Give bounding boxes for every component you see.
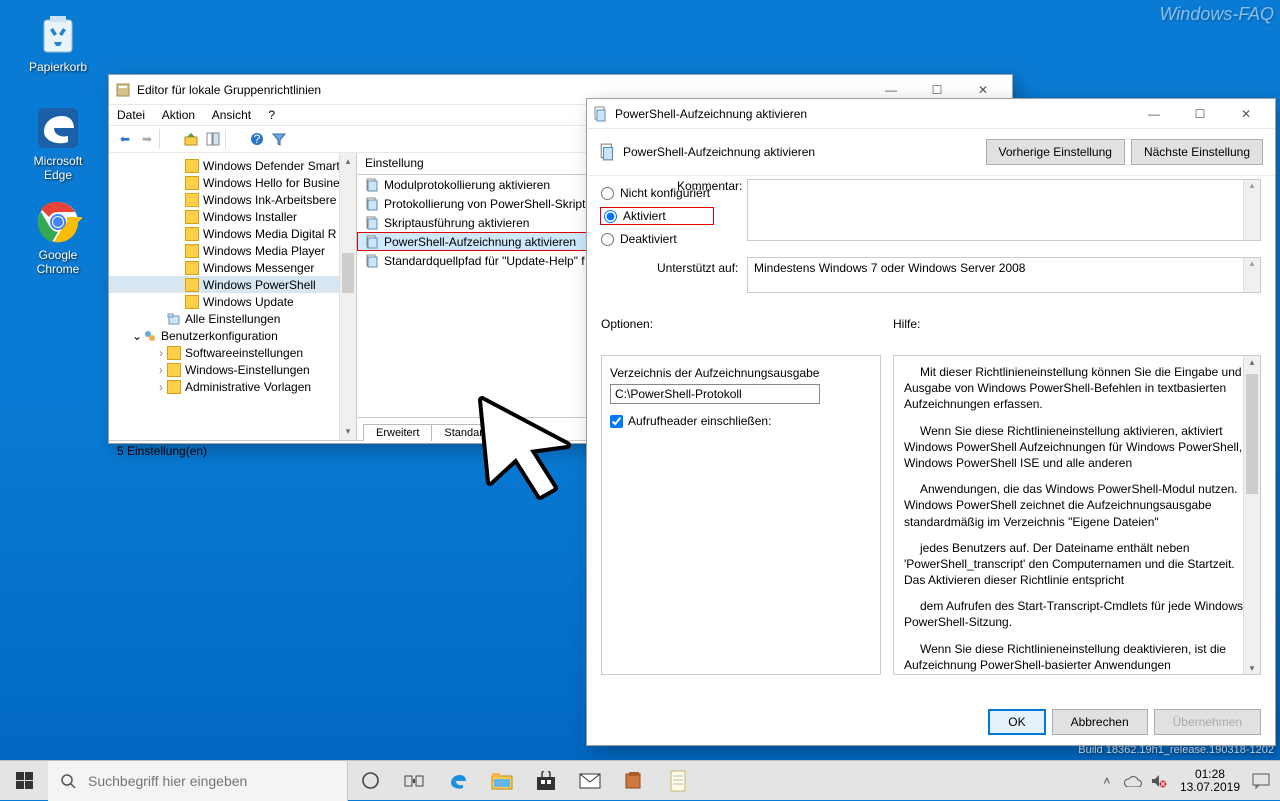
taskbar-notepad-icon[interactable] [656,761,700,801]
tray-volume-icon[interactable] [1146,761,1172,801]
tree-item[interactable]: Windows Hello for Busine [109,174,356,191]
taskbar-snip-icon[interactable] [612,761,656,801]
desktop-icon-chrome[interactable]: Google Chrome [20,198,96,276]
maximize-button[interactable]: ☐ [1177,99,1223,128]
minimize-button[interactable]: — [1131,99,1177,128]
taskbar-explorer-icon[interactable] [480,761,524,801]
svg-text:?: ? [254,132,261,146]
filter-icon[interactable] [269,129,289,149]
desktop-icon-edge[interactable]: Microsoft Edge [20,104,96,182]
tree-item[interactable]: Windows Defender Smart [109,157,356,174]
menu-file[interactable]: Datei [117,108,145,122]
search-box[interactable] [48,761,348,801]
desktop-icon-label: Microsoft Edge [34,154,83,182]
menu-help[interactable]: ? [268,108,275,122]
prev-setting-button[interactable]: Vorherige Einstellung [986,139,1125,165]
tree-item[interactable]: Windows Installer [109,208,356,225]
cancel-button[interactable]: Abbrechen [1052,709,1148,735]
tree-userconfig[interactable]: Benutzerkonfiguration [161,329,278,343]
tree-scrollbar[interactable]: ▴▾ [339,153,356,440]
tray-onedrive-icon[interactable] [1120,761,1146,801]
opt-dir-label: Verzeichnis der Aufzeichnungsausgabe [610,366,872,380]
close-button[interactable]: ✕ [1223,99,1269,128]
tree-item[interactable]: Windows Media Digital R [109,225,356,242]
policy-titlebar[interactable]: PowerShell-Aufzeichnung aktivieren — ☐ ✕ [587,99,1275,129]
help-pane: Mit dieser Richtlinieneinstellung können… [893,355,1261,675]
taskbar: ˄ 01:28 13.07.2019 [0,760,1280,800]
tree-item[interactable]: Alle Einstellungen [109,310,356,327]
gpedit-icon [115,82,131,98]
tray-expand-icon[interactable]: ˄ [1094,761,1120,801]
options-label: Optionen: [601,317,881,331]
tree-item[interactable]: Windows Update [109,293,356,310]
radio-activated[interactable]: Aktiviert [601,208,713,224]
start-button[interactable] [0,761,48,801]
tab-standard[interactable]: Standard [431,424,502,441]
watermark-brand: Windows-FAQ [1159,4,1274,25]
taskview-icon[interactable] [392,761,436,801]
options-pane: Verzeichnis der Aufzeichnungsausgabe Auf… [601,355,881,675]
tray-clock[interactable]: 01:28 13.07.2019 [1172,768,1248,794]
opt-header-checkbox[interactable] [610,415,623,428]
tray-notifications-icon[interactable] [1248,761,1274,801]
tree-item[interactable]: Windows Messenger [109,259,356,276]
show-hide-icon[interactable] [203,129,223,149]
desktop-icon-recycle[interactable]: Papierkorb [20,10,96,74]
tree-item[interactable]: Windows Ink-Arbeitsbere [109,191,356,208]
menu-view[interactable]: Ansicht [212,108,251,122]
help-scrollbar[interactable]: ▴▾ [1243,356,1260,674]
apply-button[interactable]: Übernehmen [1154,709,1261,735]
comment-textarea[interactable]: ▴ [747,179,1261,241]
tree-item[interactable]: Softwareeinstellungen [185,346,303,360]
tree-item[interactable]: Windows PowerShell [109,276,356,293]
help-icon[interactable]: ? [247,129,267,149]
policy-window: PowerShell-Aufzeichnung aktivieren — ☐ ✕… [586,98,1276,746]
gpedit-title: Editor für lokale Gruppenrichtlinien [137,83,868,97]
search-input[interactable] [88,773,328,789]
help-label: Hilfe: [893,317,1261,331]
supported-box: Mindestens Windows 7 oder Windows Server… [747,257,1261,293]
search-icon [48,773,88,789]
policy-icon [593,106,609,122]
policy-title: PowerShell-Aufzeichnung aktivieren [615,107,1131,121]
policy-header-label: PowerShell-Aufzeichnung aktivieren [623,145,980,159]
forward-icon[interactable]: ➡ [137,129,157,149]
radio-deactivated[interactable]: Deaktiviert [601,232,713,246]
tree-item[interactable]: Windows-Einstellungen [185,363,310,377]
taskbar-store-icon[interactable] [524,761,568,801]
next-setting-button[interactable]: Nächste Einstellung [1131,139,1263,165]
supported-label: Unterstützt auf: [657,261,738,275]
tree-item[interactable]: Windows Media Player [109,242,356,259]
tab-extended[interactable]: Erweitert [363,424,432,441]
comment-label: Kommentar: [677,179,742,193]
tree-item[interactable]: Administrative Vorlagen [185,380,311,394]
back-icon[interactable]: ⬅ [115,129,135,149]
policy-header-icon [599,143,617,161]
up-icon[interactable] [181,129,201,149]
opt-dir-input[interactable] [610,384,820,404]
ok-button[interactable]: OK [988,709,1045,735]
gpedit-tree[interactable]: Windows Defender SmartWindows Hello for … [109,153,357,440]
menu-action[interactable]: Aktion [162,108,195,122]
desktop-icon-label: Google Chrome [37,248,80,276]
taskbar-mail-icon[interactable] [568,761,612,801]
cortana-icon[interactable] [348,761,392,801]
desktop-icon-label: Papierkorb [29,60,87,74]
taskbar-edge-icon[interactable] [436,761,480,801]
opt-header-label: Aufrufheader einschließen: [628,414,771,428]
